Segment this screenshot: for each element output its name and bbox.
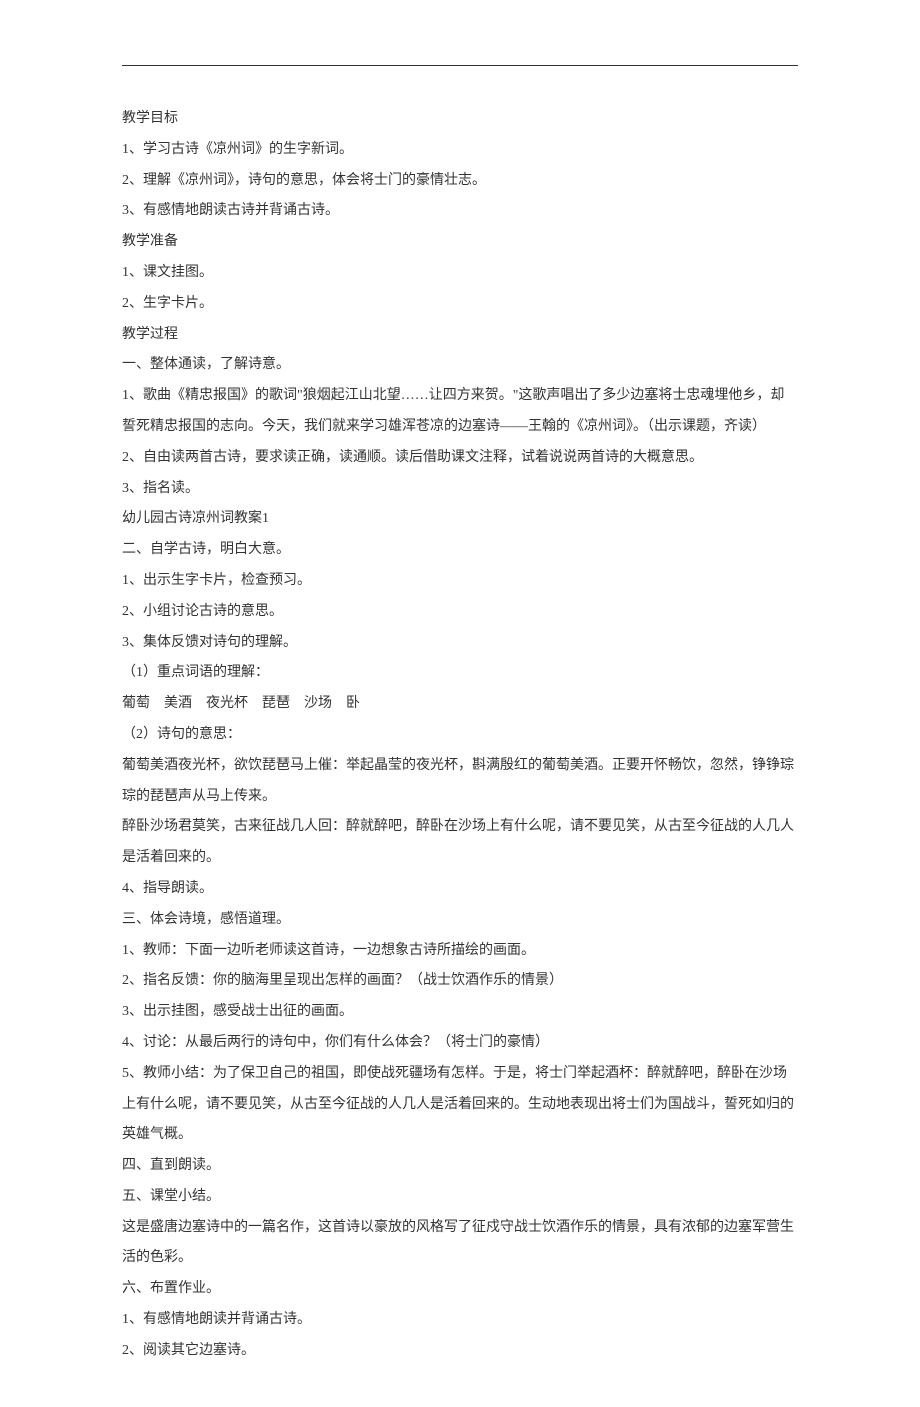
text-line: 1、学习古诗《凉州词》的生字新词。 — [122, 135, 798, 166]
text-line: 一、整体通读，了解诗意。 — [122, 350, 798, 381]
text-line: 1、歌曲《精忠报国》的歌词"狼烟起江山北望……让四方来贺。"这歌声唱出了多少边塞… — [122, 381, 798, 443]
text-line: 三、体会诗境，感悟道理。 — [122, 905, 798, 936]
text-line: 葡萄 美酒 夜光杯 琵琶 沙场 卧 — [122, 689, 798, 720]
text-line: 教学过程 — [122, 320, 798, 351]
text-line: 4、指导朗读。 — [122, 874, 798, 905]
text-line: 四、直到朗读。 — [122, 1151, 798, 1182]
text-line: 五、课堂小结。 — [122, 1182, 798, 1213]
text-line: 葡萄美酒夜光杯，欲饮琵琶马上催：举起晶莹的夜光杯，斟满殷红的葡萄美酒。正要开怀畅… — [122, 751, 798, 813]
text-line: 幼儿园古诗凉州词教案1 — [122, 504, 798, 535]
text-line: 1、教师：下面一边听老师读这首诗，一边想象古诗所描绘的画面。 — [122, 936, 798, 967]
text-line: 5、教师小结：为了保卫自己的祖国，即使战死疆场有怎样。于是，将士门举起酒杯：醉就… — [122, 1059, 798, 1151]
text-line: 2、指名反馈：你的脑海里呈现出怎样的画面？（战士饮酒作乐的情景） — [122, 966, 798, 997]
text-line: 1、有感情地朗读并背诵古诗。 — [122, 1305, 798, 1336]
text-line: 二、自学古诗，明白大意。 — [122, 535, 798, 566]
text-line: 教学准备 — [122, 227, 798, 258]
text-line: 醉卧沙场君莫笑，古来征战几人回：醉就醉吧，醉卧在沙场上有什么呢，请不要见笑，从古… — [122, 812, 798, 874]
text-line: 3、指名读。 — [122, 474, 798, 505]
text-line: 3、有感情地朗读古诗并背诵古诗。 — [122, 196, 798, 227]
text-line: 2、生字卡片。 — [122, 289, 798, 320]
document-body: 教学目标 1、学习古诗《凉州词》的生字新词。 2、理解《凉州词》，诗句的意思，体… — [122, 104, 798, 1367]
text-line: 六、布置作业。 — [122, 1274, 798, 1305]
text-line: 2、自由读两首古诗，要求读正确，读通顺。读后借助课文注释，试着说说两首诗的大概意… — [122, 443, 798, 474]
text-line: 3、出示挂图，感受战士出征的画面。 — [122, 997, 798, 1028]
text-line: 2、理解《凉州词》，诗句的意思，体会将士门的豪情壮志。 — [122, 166, 798, 197]
horizontal-rule — [122, 65, 798, 66]
text-line: 1、课文挂图。 — [122, 258, 798, 289]
text-line: （1）重点词语的理解： — [122, 658, 798, 689]
text-line: （2）诗句的意思： — [122, 720, 798, 751]
text-line: 2、小组讨论古诗的意思。 — [122, 597, 798, 628]
text-line: 1、出示生字卡片，检查预习。 — [122, 566, 798, 597]
text-line: 教学目标 — [122, 104, 798, 135]
text-line: 2、阅读其它边塞诗。 — [122, 1336, 798, 1367]
text-line: 4、讨论：从最后两行的诗句中，你们有什么体会？（将士门的豪情） — [122, 1028, 798, 1059]
text-line: 这是盛唐边塞诗中的一篇名作，这首诗以豪放的风格写了征戍守战士饮酒作乐的情景，具有… — [122, 1213, 798, 1275]
text-line: 3、集体反馈对诗句的理解。 — [122, 628, 798, 659]
